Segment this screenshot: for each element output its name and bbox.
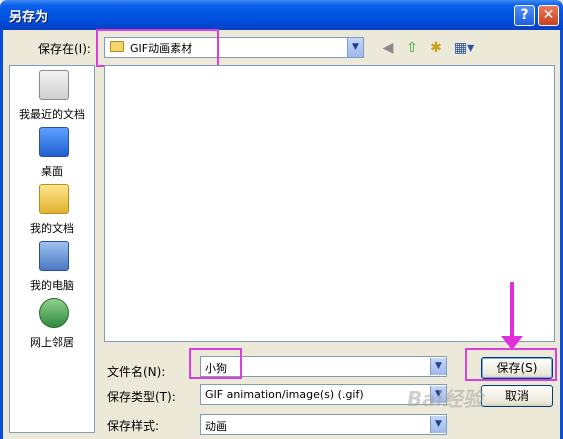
place-label: 我的文档 — [30, 222, 74, 235]
place-desktop[interactable]: 桌面 — [12, 127, 92, 181]
place-label: 网上邻居 — [30, 336, 74, 349]
chevron-down-icon[interactable]: ▼ — [347, 38, 363, 57]
annotation-arrow-head — [501, 336, 523, 350]
desktop-icon — [39, 127, 69, 157]
window-frame-left — [0, 30, 3, 439]
place-label: 我的电脑 — [30, 279, 74, 292]
place-label: 我最近的文档 — [19, 108, 85, 121]
annotation-highlight-filename — [189, 348, 242, 379]
lookin-label: 保存在(I): — [38, 42, 91, 56]
watermark: Bai经验 — [407, 387, 483, 411]
help-button[interactable]: ? — [514, 5, 535, 26]
filetype-value: GIF animation/image(s) (.gif) — [205, 388, 364, 401]
annotation-arrow — [510, 282, 514, 342]
views-menu-icon[interactable]: ▦▾ — [452, 39, 476, 57]
new-folder-icon[interactable]: ✱ — [427, 39, 445, 57]
filetype-label: 保存类型(T): — [107, 390, 176, 404]
file-list[interactable] — [104, 65, 555, 342]
up-folder-icon[interactable]: ⇧ — [403, 39, 421, 57]
place-network[interactable]: 网上邻居 — [12, 298, 92, 352]
annotation-highlight-lookin — [96, 29, 219, 67]
window-title: 另存为 — [9, 10, 49, 25]
format-label: 保存样式: — [107, 419, 160, 433]
back-icon[interactable]: ◀ — [379, 39, 397, 57]
cancel-button[interactable]: 取消 — [481, 385, 553, 407]
close-button[interactable]: ✕ — [538, 5, 559, 26]
chevron-down-icon[interactable]: ▼ — [430, 416, 446, 433]
network-places-icon — [39, 298, 69, 328]
place-recent-documents[interactable]: 我最近的文档 — [12, 70, 92, 124]
recent-documents-icon — [39, 70, 69, 100]
annotation-highlight-save — [465, 348, 557, 381]
place-my-documents[interactable]: 我的文档 — [12, 184, 92, 238]
title-bar[interactable] — [0, 0, 563, 30]
format-dropdown[interactable]: 动画 ▼ — [200, 414, 447, 435]
chevron-down-icon[interactable]: ▼ — [430, 358, 446, 375]
place-my-computer[interactable]: 我的电脑 — [12, 241, 92, 295]
place-label: 桌面 — [41, 165, 63, 178]
format-value: 动画 — [205, 420, 227, 433]
my-documents-icon — [39, 184, 69, 214]
filename-label: 文件名(N): — [107, 365, 166, 379]
my-computer-icon — [39, 241, 69, 271]
